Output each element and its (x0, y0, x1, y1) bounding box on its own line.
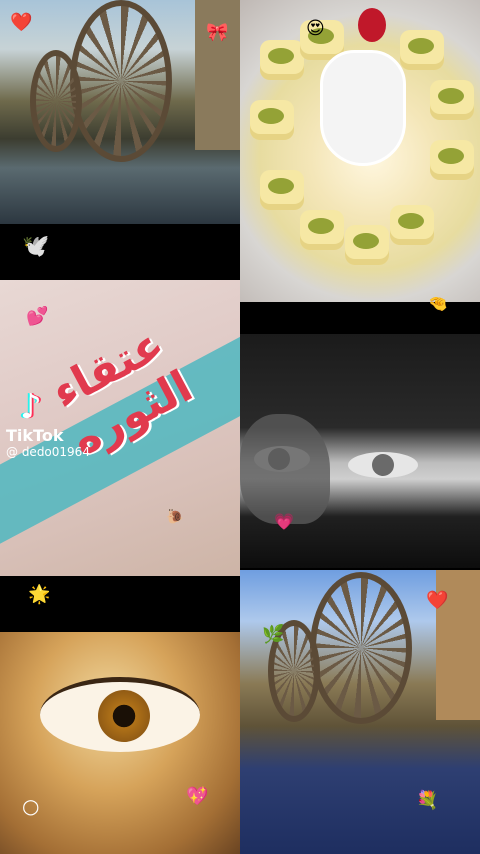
tiktok-username: @ dedo01964 (6, 445, 90, 459)
dove-sticker: 🕊️ (22, 234, 50, 259)
black-band: 🌟 (0, 576, 240, 632)
eye (348, 452, 418, 478)
red-heart-sticker: ❤️ (426, 590, 449, 611)
sparkle-heart-sticker: 💖 (186, 786, 209, 807)
dessert-photo-tile: 😍 (240, 0, 480, 302)
falcon-head (240, 414, 330, 524)
heart-eyes-sticker: 😍 (306, 18, 325, 39)
eye-closeup-tile: ○ 💖 (0, 632, 240, 854)
black-band: 🕊️ (0, 224, 240, 280)
waterwheel (70, 0, 172, 162)
waterwheel (30, 50, 82, 152)
heart-sticker: ❤️ (10, 12, 33, 33)
black-band: 🤏 (240, 296, 480, 334)
eye (40, 677, 200, 752)
waterwheel-photo-tile-2: ❤️ 🌿 💐 (240, 570, 480, 854)
star-sticker: 🌟 (28, 584, 51, 605)
waterwheel (310, 572, 412, 724)
bow-sticker: 🎀 (206, 22, 229, 43)
bubbles-sticker: ○ (22, 794, 40, 818)
tiktok-note-icon: ♪ (20, 387, 42, 427)
sauce-boat (320, 50, 406, 166)
snail-sticker: 🐌 (166, 509, 184, 525)
leaf-sticker: 🌿 (262, 624, 285, 645)
waterwheel-photo-tile: ❤️ 🎀 (0, 0, 240, 224)
pink-heart-sticker: 💗 (274, 512, 294, 531)
pink-hearts-sticker: 💕 (26, 306, 49, 327)
tiktok-brand: TikTok (6, 426, 64, 445)
tiktok-watermark: ♪ TikTok @ dedo01964 (6, 390, 126, 459)
veiled-eyes-tile: 💗 (240, 334, 480, 568)
hand-sticker: 🤏 (428, 294, 448, 313)
bouquet-sticker: 💐 (416, 790, 439, 811)
strawberry (358, 8, 386, 42)
